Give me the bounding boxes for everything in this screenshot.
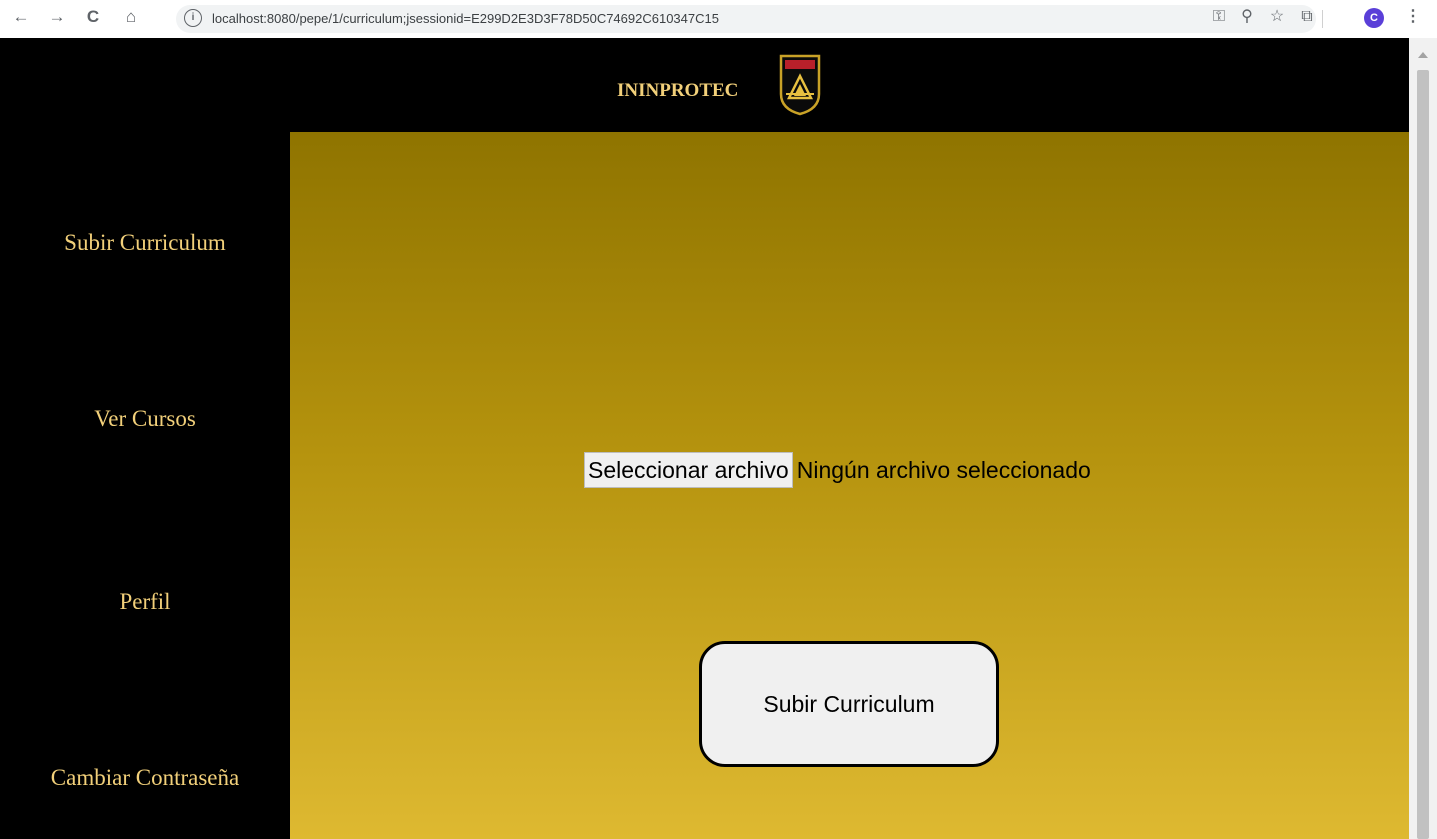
select-file-button[interactable]: Seleccionar archivo <box>584 452 793 488</box>
site-header: ININPROTEC <box>0 38 1409 132</box>
info-icon[interactable]: i <box>184 9 202 27</box>
address-bar[interactable]: i localhost:8080/pepe/1/curriculum;jsess… <box>176 5 1316 33</box>
sidebar-item-ver-cursos[interactable]: Ver Cursos <box>0 406 290 432</box>
upload-curriculum-button[interactable]: Subir Curriculum <box>699 641 999 767</box>
scroll-up-arrow-icon[interactable] <box>1418 52 1428 58</box>
main-content: Seleccionar archivo Ningún archivo selec… <box>290 132 1409 839</box>
sidebar-item-cambiar-contrasena[interactable]: Cambiar Contraseña <box>0 765 290 791</box>
home-icon[interactable]: ⌂ <box>120 6 142 28</box>
sidebar-nav: Subir Curriculum Ver Cursos Perfil Cambi… <box>0 132 290 839</box>
sidebar-item-perfil[interactable]: Perfil <box>0 589 290 615</box>
menu-icon[interactable]: ⋮ <box>1402 6 1424 28</box>
url-text[interactable]: localhost:8080/pepe/1/curriculum;jsessio… <box>212 11 719 26</box>
forward-icon[interactable]: → <box>46 6 68 28</box>
extension-icon[interactable]: ⧉ <box>1296 6 1318 28</box>
file-status-text: Ningún archivo seleccionado <box>796 456 1091 483</box>
profile-avatar[interactable]: C <box>1364 8 1384 28</box>
key-icon[interactable]: ⚿ <box>1208 6 1230 28</box>
shield-logo-icon <box>779 54 821 116</box>
sidebar-item-subir-curriculum[interactable]: Subir Curriculum <box>0 230 290 256</box>
scrollbar-thumb[interactable] <box>1417 70 1429 839</box>
file-input[interactable]: Seleccionar archivo Ningún archivo selec… <box>584 452 1091 488</box>
back-icon[interactable]: ← <box>10 6 32 28</box>
brand-title: ININPROTEC <box>617 80 739 101</box>
browser-toolbar: ← → C ⌂ i localhost:8080/pepe/1/curricul… <box>0 0 1437 39</box>
reload-icon[interactable]: C <box>82 6 104 28</box>
star-icon[interactable]: ☆ <box>1266 6 1288 28</box>
page-scrollbar[interactable] <box>1409 38 1437 839</box>
toolbar-divider <box>1322 10 1323 28</box>
zoom-icon[interactable]: ⚲ <box>1236 6 1258 28</box>
